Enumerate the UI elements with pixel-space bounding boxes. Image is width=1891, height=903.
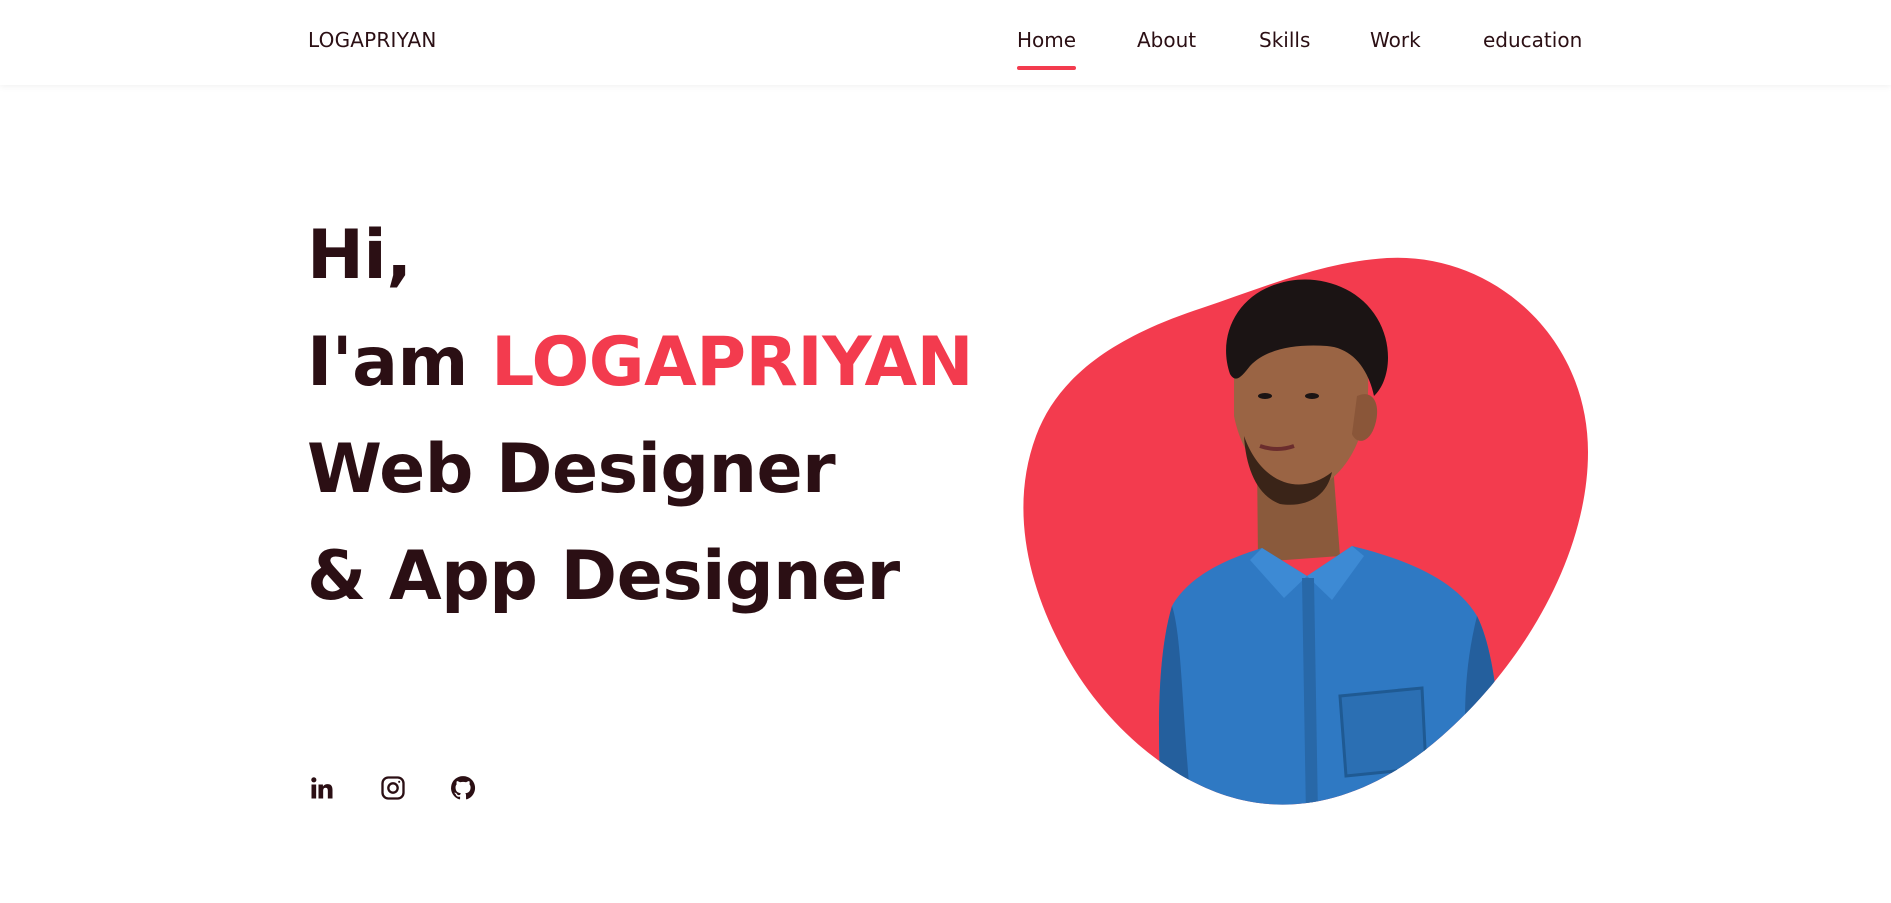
portrait-image	[1023, 257, 1588, 805]
hero-greeting: Hi,	[307, 216, 412, 295]
nav-work[interactable]: Work	[1370, 28, 1421, 52]
instagram-icon	[381, 776, 405, 800]
github-icon	[451, 776, 476, 800]
nav-home[interactable]: Home	[1017, 28, 1077, 70]
nav-education[interactable]: education	[1483, 28, 1582, 52]
nav-skills[interactable]: Skills	[1259, 28, 1310, 52]
hero-name: LOGAPRIYAN	[491, 323, 973, 402]
linkedin-icon	[311, 777, 333, 799]
hero-portrait	[1022, 256, 1588, 806]
hero-intro-prefix: I'am	[307, 323, 468, 402]
site-header: LOGAPRIYAN Home About Skills Work educat…	[0, 0, 1891, 85]
github-link[interactable]	[449, 774, 477, 804]
instagram-link[interactable]	[379, 774, 407, 804]
nav-about[interactable]: About	[1137, 28, 1196, 52]
hero-role-web: Web Designer	[307, 430, 836, 509]
linkedin-link[interactable]	[308, 774, 336, 804]
hero-intro: I'am LOGAPRIYAN	[307, 309, 973, 416]
hero-role-app: & App Designer	[307, 537, 900, 616]
hero-heading: Hi, I'am LOGAPRIYAN Web Designer & App D…	[307, 202, 973, 630]
main-nav: Home About Skills Work education	[0, 28, 1891, 73]
